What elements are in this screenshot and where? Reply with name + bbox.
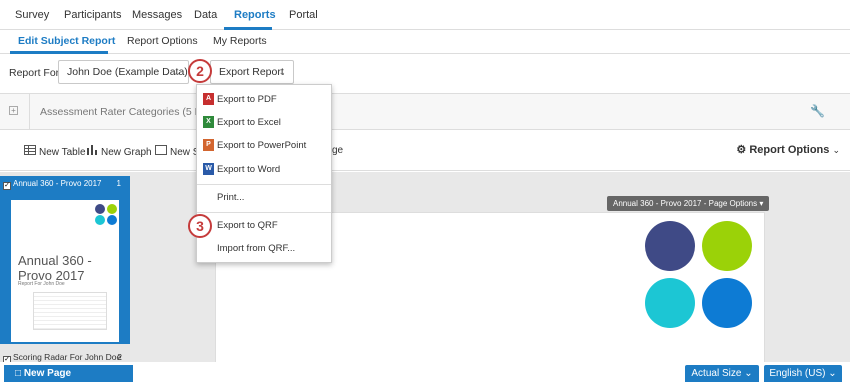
table-icon: [24, 145, 36, 155]
excel-icon: X: [203, 116, 214, 128]
report-for-value: John Doe (Example Data): [67, 66, 188, 78]
new-graph-button[interactable]: New Graph: [86, 145, 152, 158]
pdf-icon: A: [203, 93, 214, 105]
footer: □ New Page Actual Size ⌄ English (US) ⌄: [0, 362, 850, 382]
report-options-label: Report Options: [749, 144, 830, 156]
actual-size-button[interactable]: Actual Size ⌄: [685, 365, 759, 382]
page-options-button[interactable]: Annual 360 - Provo 2017 - Page Options ▾: [607, 196, 770, 211]
menu-label: Export to Excel: [217, 117, 281, 128]
tab-report-options[interactable]: Report Options: [127, 35, 198, 47]
tab-portal[interactable]: Portal: [289, 9, 318, 21]
wrench-icon[interactable]: 🔧: [810, 104, 825, 118]
sub-nav: Edit Subject Report Report Options My Re…: [0, 30, 850, 54]
tab-messages[interactable]: Messages: [132, 9, 182, 21]
actual-size-label: Actual Size: [691, 368, 742, 379]
navy-dot: [95, 204, 105, 214]
expand-icon[interactable]: +: [9, 106, 18, 115]
checkbox[interactable]: ✓: [3, 182, 11, 190]
callout-step-3: 3: [188, 214, 212, 238]
thumb-title: Annual 360 - Provo 2017: [18, 253, 92, 283]
rater-categories-bar: + Assessment Rater Categories (5 Data S …: [0, 93, 850, 130]
menu-label: Export to PowerPoint: [217, 140, 307, 151]
green-circle: [702, 221, 752, 271]
toolbar: New Table New Graph New Sh ge ⚙ Report O…: [0, 131, 850, 171]
cyan-dot: [95, 215, 105, 225]
export-report-label: Export Report: [219, 66, 284, 78]
menu-label: Export to QRF: [217, 220, 278, 231]
report-for-bar: Report For John Doe (Example Data) ⌄ Exp…: [0, 54, 850, 92]
menu-label: Import from QRF...: [217, 243, 296, 254]
shape-icon: [155, 145, 167, 155]
page-sidebar: ✓ Annual 360 - Provo 2017 1 Annual 360 - …: [0, 172, 130, 382]
word-icon: W: [203, 163, 214, 175]
callout-step-2: 2: [188, 59, 212, 83]
gear-icon: ⚙: [736, 144, 747, 156]
menu-divider: [197, 212, 331, 213]
report-options-button[interactable]: ⚙ Report Options ⌄: [736, 143, 840, 156]
bar-chart-icon: [87, 145, 97, 155]
language-label: English (US): [769, 368, 826, 379]
page-1-label: Annual 360 - Provo 2017: [13, 179, 102, 188]
blue-dot: [107, 215, 117, 225]
menu-item-export-word[interactable]: W Export to Word: [197, 159, 331, 181]
menu-label: Print...: [217, 192, 245, 203]
tab-my-reports[interactable]: My Reports: [213, 35, 267, 47]
page-1-header: ✓ Annual 360 - Provo 2017: [3, 179, 102, 190]
page-thumbnail-1[interactable]: ✓ Annual 360 - Provo 2017 1 Annual 360 - …: [0, 176, 130, 344]
menu-item-export-powerpoint[interactable]: P Export to PowerPoint: [197, 135, 331, 157]
page-1-preview: Annual 360 - Provo 2017 Report For John …: [11, 200, 119, 342]
export-report-button[interactable]: Export Report ⌄: [210, 60, 294, 84]
page-icon: □: [15, 368, 22, 379]
menu-label: Export to PDF: [217, 94, 277, 105]
page-2-label: Scoring Radar For John Doe: [13, 352, 122, 362]
page-2-number: 2: [117, 352, 122, 362]
top-nav: Survey Participants Messages Data Report…: [0, 0, 850, 30]
chevron-down-icon: ⌄: [278, 67, 286, 77]
page-1-number: 1: [116, 179, 121, 188]
new-table-button[interactable]: New Table: [24, 145, 86, 158]
language-button[interactable]: English (US) ⌄: [764, 365, 842, 382]
new-graph-label: New Graph: [101, 147, 152, 158]
report-for-label: Report For: [9, 67, 60, 79]
blue-circle: [702, 278, 752, 328]
chevron-down-icon: ⌄: [173, 67, 181, 77]
green-dot: [107, 204, 117, 214]
divider: [29, 94, 30, 129]
new-page-label: New Page: [23, 368, 72, 379]
export-menu: A Export to PDF X Export to Excel P Expo…: [196, 84, 332, 263]
cyan-circle: [645, 278, 695, 328]
report-for-select[interactable]: John Doe (Example Data) ⌄: [58, 60, 189, 84]
thumb-table: [33, 292, 107, 330]
chevron-down-icon: ⌄: [832, 145, 840, 155]
new-table-label: New Table: [39, 147, 86, 158]
menu-label: Export to Word: [217, 164, 281, 175]
menu-divider: [197, 184, 331, 185]
menu-item-export-excel[interactable]: X Export to Excel: [197, 112, 331, 134]
menu-item-export-qrf[interactable]: Export to QRF: [197, 215, 331, 237]
tab-participants[interactable]: Participants: [64, 9, 121, 21]
navy-circle: [645, 221, 695, 271]
menu-item-import-qrf[interactable]: Import from QRF...: [197, 238, 331, 260]
menu-item-export-pdf[interactable]: A Export to PDF: [197, 89, 331, 111]
tab-data[interactable]: Data: [194, 9, 217, 21]
page-options-label: Annual 360 - Provo 2017 - Page Options: [613, 199, 758, 208]
tab-reports[interactable]: Reports: [234, 9, 276, 21]
powerpoint-icon: P: [203, 139, 214, 151]
tab-edit-subject-report[interactable]: Edit Subject Report: [18, 35, 115, 47]
thumb-subtitle: Report For John Doe: [18, 281, 65, 287]
menu-item-print[interactable]: Print...: [197, 187, 331, 209]
page-button-partial[interactable]: ge: [332, 145, 343, 156]
tab-survey[interactable]: Survey: [15, 9, 49, 21]
new-page-button[interactable]: □ New Page: [4, 365, 133, 382]
